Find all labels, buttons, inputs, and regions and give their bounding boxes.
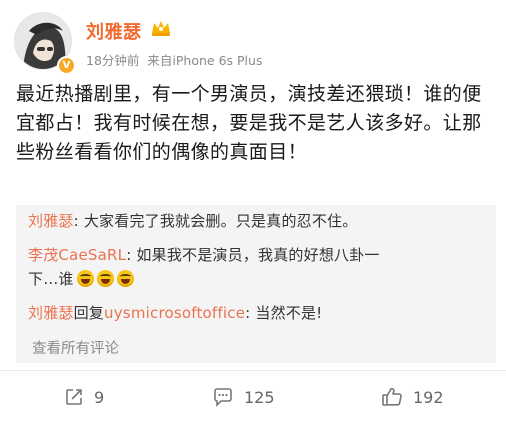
comment-author[interactable]: 刘雅瑟 xyxy=(28,212,74,230)
action-bar: 9 125 192 xyxy=(0,370,506,422)
comment-button[interactable]: 125 xyxy=(212,371,275,422)
weibo-post-card: V 刘雅瑟 18分钟前 来自iPhone 6s Plus 最近热播剧里，有一个男演… xyxy=(0,0,506,422)
repost-icon xyxy=(66,389,82,405)
post-meta: 18分钟前 来自iPhone 6s Plus xyxy=(86,50,262,69)
comment-count: 125 xyxy=(244,387,275,407)
comment-text-line1: 如果我不是演员，我真的好想八卦一 xyxy=(136,246,380,264)
vip-crown-icon xyxy=(152,21,170,36)
post-text: 最近热播剧里，有一个男演员，演技差还猥琐！谁的便宜都占！我有时候在想，要是我不是… xyxy=(16,83,482,163)
comment-author[interactable]: 李茂CaeSaRL xyxy=(28,246,126,264)
comment-sep: : xyxy=(245,304,256,322)
like-icon xyxy=(382,387,402,406)
post-source: 来自iPhone 6s Plus xyxy=(147,53,263,68)
comment-text-line2: 下…谁 xyxy=(28,270,74,288)
comment-item: 刘雅瑟: 大家看完了我就会删。只是真的忍不住。 xyxy=(28,209,357,233)
view-all-comments-link[interactable]: 查看所有评论 xyxy=(32,337,119,358)
comment-text: 大家看完了我就会删。只是真的忍不住。 xyxy=(83,212,358,230)
comment-reply-word: 回复 xyxy=(73,304,105,322)
post-header: V 刘雅瑟 18分钟前 来自iPhone 6s Plus xyxy=(14,12,492,75)
laugh-emoji-icon xyxy=(76,270,94,287)
laugh-emoji-icon xyxy=(116,270,134,287)
comment-item: 刘雅瑟回复uysmicrosoftoffice: 当然不是! xyxy=(28,301,322,325)
comment-sep: : xyxy=(126,246,137,264)
post-time: 18分钟前 xyxy=(86,53,140,68)
comment-preview: 刘雅瑟: 大家看完了我就会删。只是真的忍不住。 李茂CaeSaRL: 如果我不是… xyxy=(16,205,496,363)
like-count: 192 xyxy=(413,387,444,407)
comment-sep: : xyxy=(73,212,84,230)
author-name[interactable]: 刘雅瑟 xyxy=(86,18,142,44)
comment-reply-target[interactable]: uysmicrosoftoffice xyxy=(104,304,245,322)
like-button[interactable]: 192 xyxy=(381,371,444,422)
comment-text: 当然不是! xyxy=(255,304,323,322)
laugh-emoji-icon xyxy=(96,270,114,287)
comment-icon xyxy=(214,388,232,407)
repost-count: 9 xyxy=(94,387,105,407)
comment-author[interactable]: 刘雅瑟 xyxy=(28,304,74,322)
verified-badge-icon: V xyxy=(57,56,76,75)
comment-item: 李茂CaeSaRL: 如果我不是演员，我真的好想八卦一 下…谁 xyxy=(28,243,480,291)
repost-button[interactable]: 9 xyxy=(64,371,104,422)
